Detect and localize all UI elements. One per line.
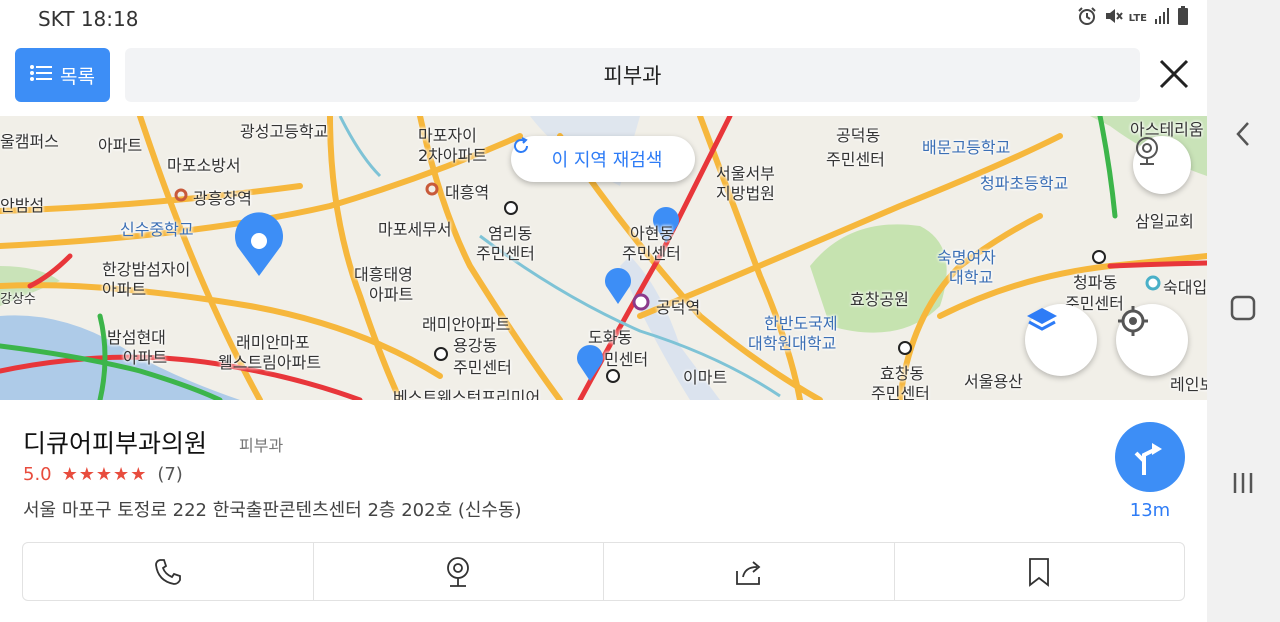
- map-label: 강상수: [0, 292, 36, 307]
- map-label: 아파트: [369, 285, 414, 304]
- map-label: 공덕역: [656, 298, 701, 317]
- roadview-button[interactable]: [1133, 136, 1191, 194]
- back-chevron-icon: [1236, 122, 1249, 146]
- call-button[interactable]: [23, 543, 314, 600]
- recent-apps-icon: [1233, 473, 1253, 493]
- map-label: 배문고등학교: [922, 138, 1011, 157]
- research-label: 이 지역 재검색: [551, 150, 663, 171]
- map-label: 지방법원: [716, 184, 775, 203]
- layers-button[interactable]: [1025, 304, 1097, 376]
- layers-icon: [1027, 308, 1057, 331]
- map-label: 대학교: [949, 268, 994, 287]
- lte-icon: LTE: [1128, 12, 1147, 24]
- status-bar: SKT 18:18 LTE: [0, 0, 1207, 38]
- map-label: 안밤섬: [0, 196, 45, 215]
- home-button[interactable]: [1225, 290, 1261, 326]
- system-navigation-bar: [1207, 0, 1280, 622]
- research-area-button[interactable]: 이 지역 재검색: [511, 136, 695, 182]
- map-label: 광성고등학교: [240, 122, 329, 141]
- close-button[interactable]: [1156, 56, 1192, 92]
- map-label: 아파트: [123, 348, 168, 367]
- map-label: 대흥역: [445, 183, 490, 202]
- mute-icon: [1103, 6, 1123, 30]
- star-icons: ★★★★★: [61, 464, 148, 485]
- map-label: 대학원대학교: [748, 334, 837, 353]
- map-label: 서울용산: [964, 372, 1023, 391]
- directions-button[interactable]: [1115, 422, 1185, 492]
- place-address: 서울 마포구 토정로 222 한국출판콘텐츠센터 2층 202호 (신수동): [23, 500, 522, 521]
- search-query: 피부과: [603, 64, 662, 88]
- map-label: 웰스트림아파트: [218, 353, 322, 372]
- rating-row: 5.0 ★★★★★ (7): [23, 464, 183, 485]
- list-button[interactable]: 목록: [15, 48, 110, 102]
- phone-icon: [154, 558, 181, 585]
- recent-apps-button[interactable]: [1225, 465, 1261, 501]
- app-screen: SKT 18:18 LTE 목록 피부과 광성고등학교 마포자이 2차아파트 공…: [0, 0, 1207, 622]
- map-label: 광흥창역: [193, 189, 252, 208]
- webcam-icon: [447, 556, 470, 587]
- map-label: 아파트: [98, 136, 143, 155]
- bookmark-button[interactable]: [895, 543, 1185, 600]
- distance-label: 13m: [1129, 500, 1171, 521]
- share-button[interactable]: [604, 543, 895, 600]
- map-label: 용강동: [453, 336, 498, 355]
- bookmark-icon: [1029, 557, 1050, 587]
- map-label: 효창공원: [850, 290, 909, 309]
- search-input[interactable]: 피부과: [125, 48, 1140, 102]
- map-label: 이마트: [683, 368, 728, 387]
- list-icon: [30, 64, 53, 87]
- webcam-icon: [1136, 137, 1158, 165]
- map-label: 주민센터: [476, 244, 535, 263]
- map-label: 마포소방서: [167, 156, 241, 175]
- map-label: 청파초등학교: [980, 174, 1069, 193]
- map-label: 공덕동: [836, 126, 881, 145]
- action-bar: [22, 542, 1185, 601]
- map-label: 주민센터: [453, 358, 512, 377]
- map-label: 베스트웨스턴프리미어: [393, 388, 541, 400]
- share-icon: [735, 560, 761, 585]
- battery-icon: [1177, 6, 1189, 30]
- place-name[interactable]: 디큐어피부과의원: [23, 424, 207, 460]
- map-label: 주민센터: [622, 244, 681, 263]
- place-category: 피부과: [239, 436, 284, 455]
- map-label: 주민센터: [826, 150, 885, 169]
- turn-right-arrow-icon: [1134, 443, 1162, 475]
- map-label: 숙대입: [1163, 278, 1207, 297]
- close-icon: [1159, 59, 1189, 89]
- home-square-icon: [1230, 295, 1256, 321]
- search-bar: 목록 피부과: [0, 38, 1207, 116]
- rating-score: 5.0: [23, 464, 52, 485]
- map-label: 2차아파트: [418, 146, 488, 165]
- place-card: 디큐어피부과의원 피부과 5.0 ★★★★★ (7) 서울 마포구 토정로 22…: [0, 400, 1207, 622]
- map-label: 레인보: [1170, 375, 1207, 394]
- map-label: 신수중학교: [120, 220, 194, 239]
- signal-icon: [1153, 7, 1171, 29]
- alarm-icon: [1077, 6, 1097, 30]
- carrier-time: SKT 18:18: [38, 7, 139, 31]
- back-button[interactable]: [1225, 116, 1261, 152]
- map-label: 민센터: [604, 350, 649, 369]
- map-label: 아파트: [102, 280, 147, 299]
- status-icons: LTE: [1077, 6, 1189, 30]
- map-label: 울캠퍼스: [0, 132, 59, 151]
- map-label: 삼일교회: [1135, 212, 1194, 231]
- my-location-button[interactable]: [1116, 304, 1188, 376]
- map-label: 도화동: [588, 328, 633, 347]
- roadview-action-button[interactable]: [314, 543, 604, 600]
- map-label: 주민센터: [871, 384, 930, 400]
- map-view[interactable]: 광성고등학교 마포자이 2차아파트 공덕동 주민센터 배문고등학교 마포소방서 …: [0, 116, 1207, 400]
- crosshair-icon: [1118, 306, 1148, 336]
- list-button-label: 목록: [60, 65, 95, 88]
- map-label: 마포세무서: [378, 220, 452, 239]
- review-count[interactable]: (7): [157, 464, 183, 485]
